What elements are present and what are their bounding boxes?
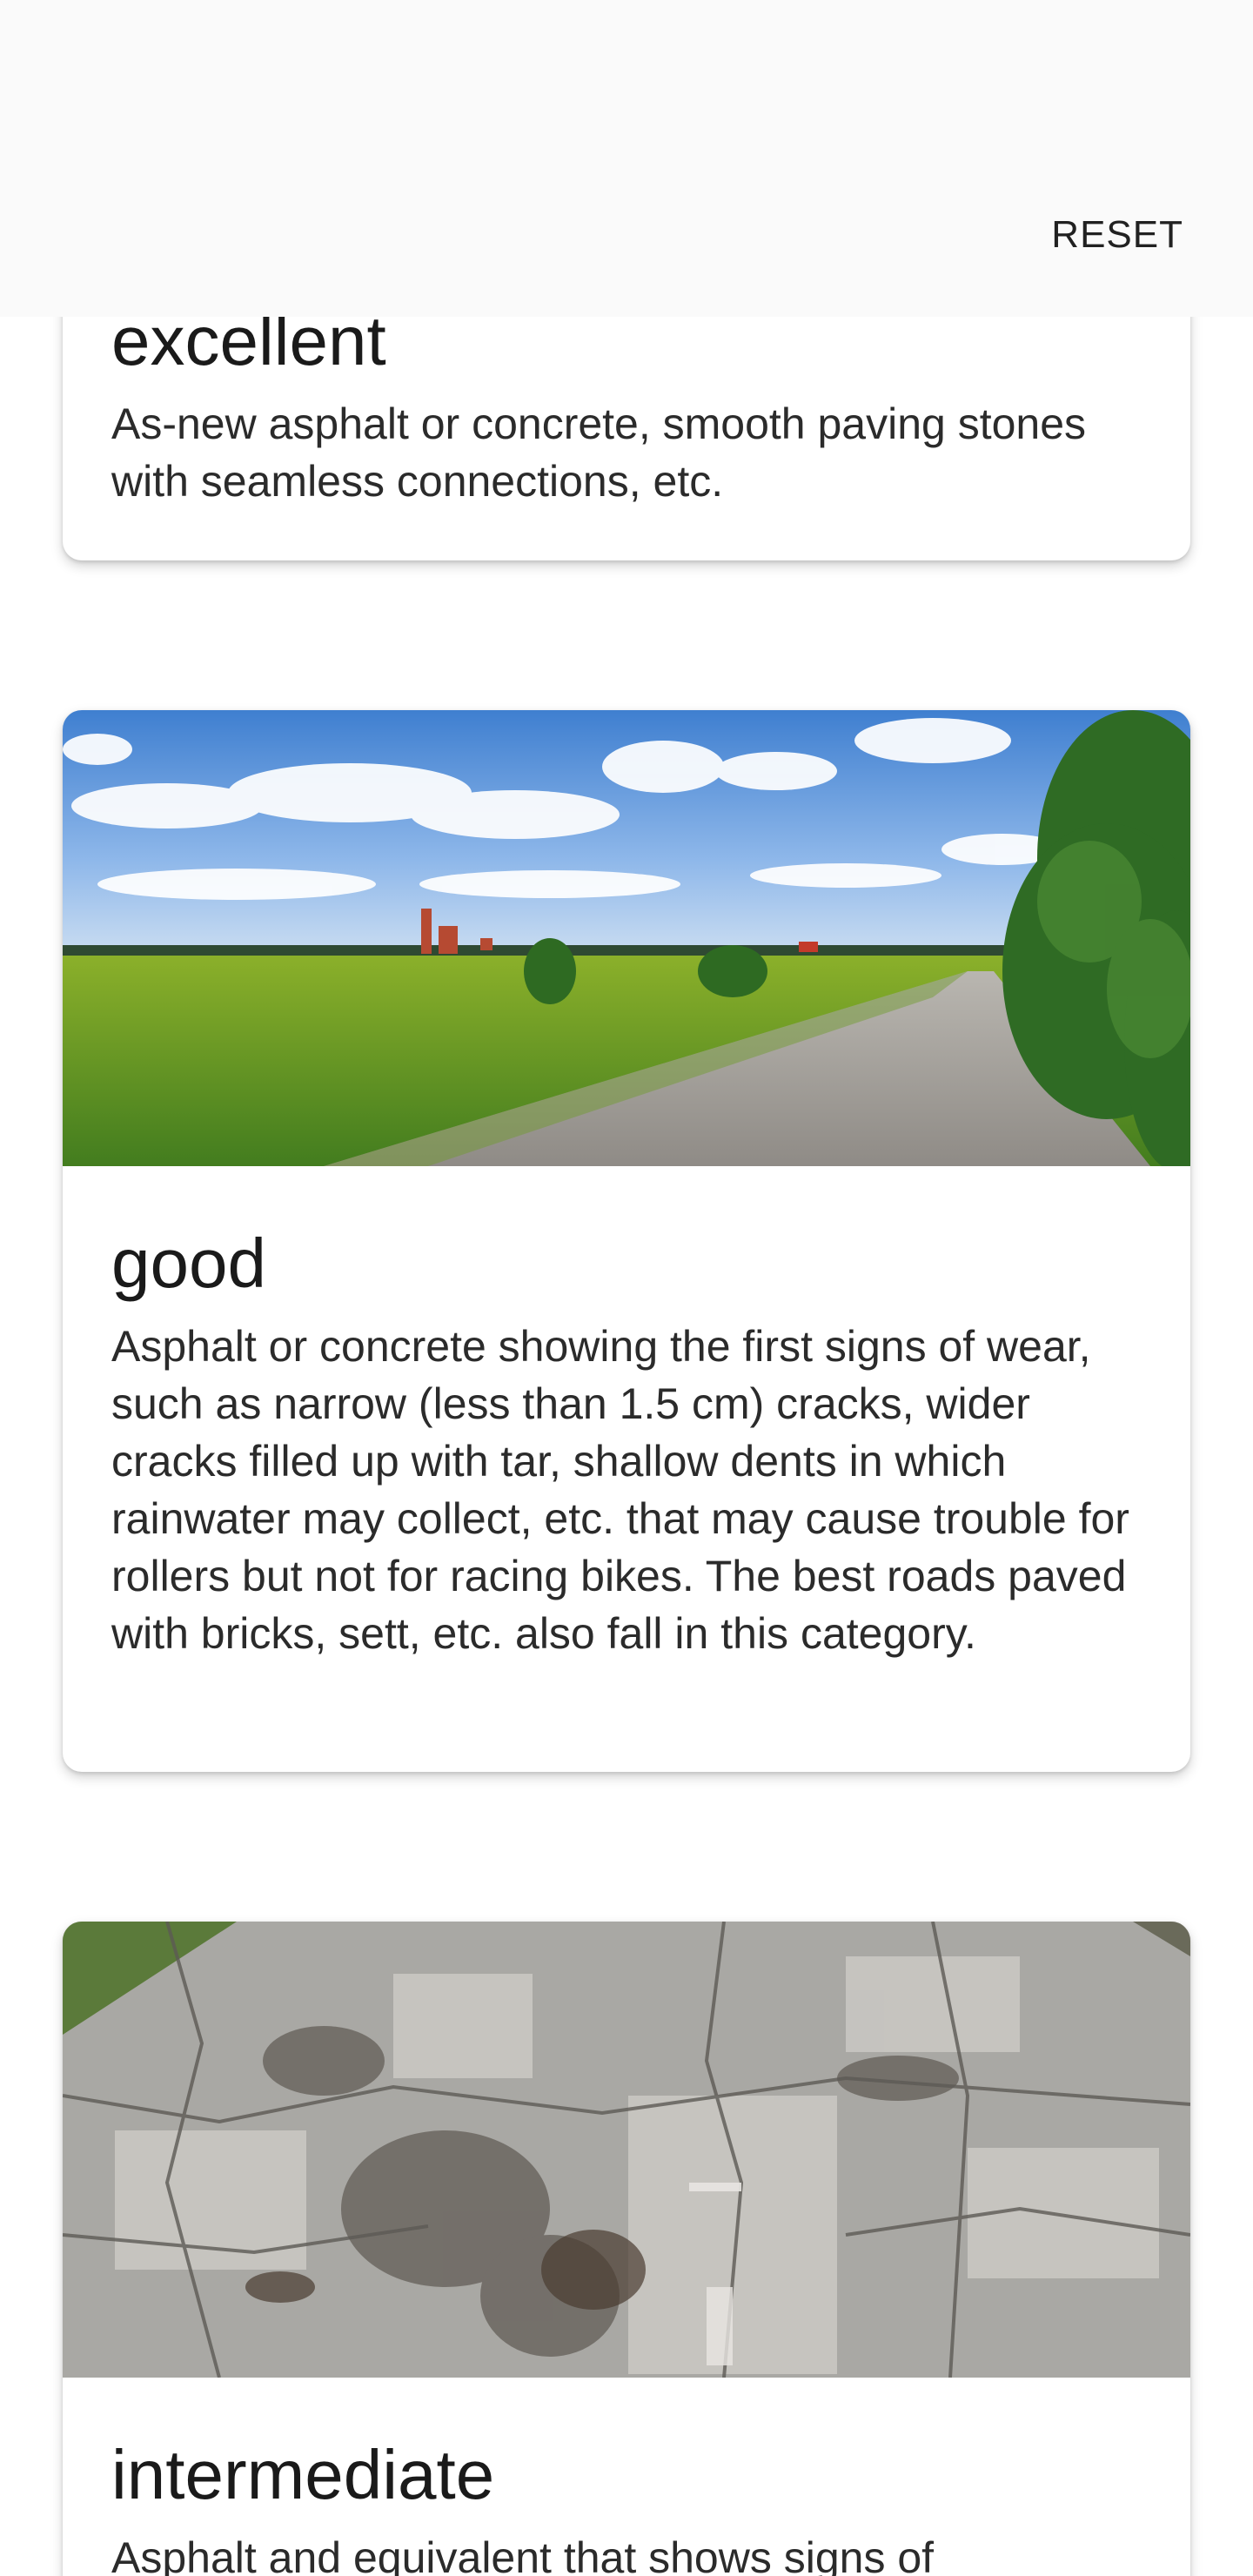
road-field-photo (63, 710, 1190, 1166)
card-description: Asphalt and equivalent that shows signs … (111, 2533, 935, 2576)
surface-card-good[interactable]: good Asphalt or concrete showing the fir… (63, 710, 1190, 1772)
cracked-road-photo (63, 1922, 1190, 2378)
card-description: Asphalt or concrete showing the first si… (111, 1322, 1129, 1658)
card-body: good Asphalt or concrete showing the fir… (63, 1166, 1190, 1713)
top-app-bar: RESET (0, 0, 1253, 317)
card-body: intermediate Asphalt and equivalent that… (63, 2378, 1190, 2576)
card-title: intermediate (111, 2436, 495, 2513)
surface-quality-page: RESET excellent As-new asphalt or concre… (0, 0, 1253, 2576)
card-description: As-new asphalt or concrete, smooth pavin… (111, 399, 1087, 506)
surface-card-intermediate[interactable]: intermediate Asphalt and equivalent that… (63, 1922, 1190, 2576)
card-title: good (111, 1224, 266, 1302)
reset-button[interactable]: RESET (1042, 207, 1192, 263)
